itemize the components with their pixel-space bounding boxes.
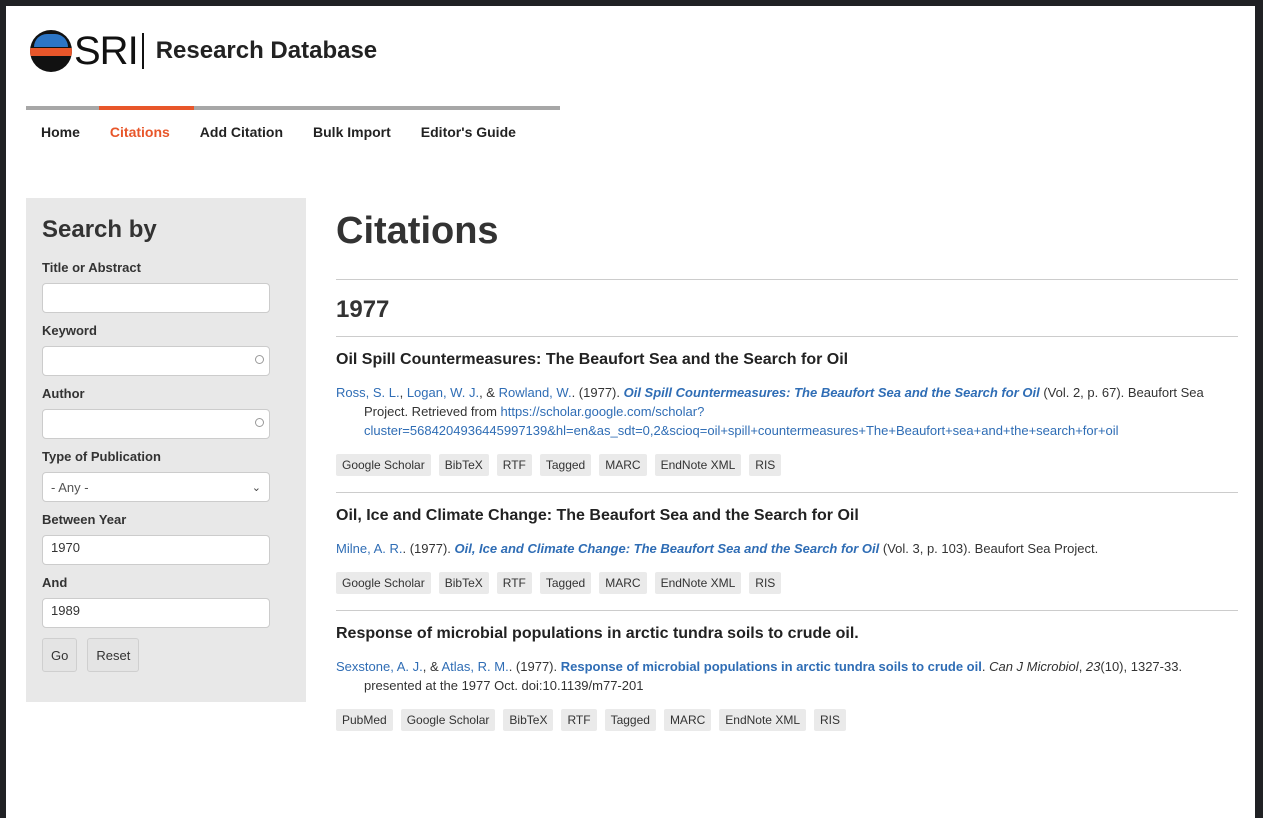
author-link[interactable]: Rowland, W. (499, 385, 572, 400)
nav-add-citation[interactable]: Add Citation (185, 124, 298, 140)
marc-link[interactable]: MARC (663, 709, 712, 731)
endnote-xml-link[interactable]: EndNote XML (654, 572, 742, 594)
journal-volume: 23 (1085, 659, 1101, 674)
year-heading: 1977 (336, 296, 390, 323)
citation-text: Milne, A. R.. (1977). Oil, Ice and Clima… (336, 541, 1099, 556)
site-header: SRI Research Database (30, 26, 377, 76)
bibtex-link[interactable]: BibTeX (438, 572, 489, 594)
citation-title[interactable]: Response of microbial populations in arc… (336, 625, 1238, 643)
site-name[interactable]: Research Database (156, 37, 377, 65)
chevron-down-icon: ⌄ (251, 481, 261, 494)
journal-name: Can J Microbiol (989, 659, 1079, 674)
osri-logo[interactable]: SRI (30, 30, 156, 72)
google-scholar-link[interactable]: Google Scholar (336, 454, 431, 476)
work-title-link[interactable]: Oil, Ice and Climate Change: The Beaufor… (455, 541, 880, 556)
main-content: Citations 1977 Oil Spill Countermeasures… (336, 196, 1238, 747)
citation-text: Sexstone, A. J., & Atlas, R. M.. (1977).… (336, 659, 1183, 693)
tagged-link[interactable]: Tagged (539, 454, 592, 476)
type-select-value: - Any - (51, 479, 89, 495)
logo-divider (141, 33, 144, 69)
export-links: PubMed Google Scholar BibTeX RTF Tagged … (336, 709, 1238, 731)
sidebar-title: Search by (42, 216, 157, 243)
author-link[interactable]: Atlas, R. M. (442, 659, 509, 674)
citation-item: Oil, Ice and Climate Change: The Beaufor… (336, 493, 1238, 610)
endnote-xml-link[interactable]: EndNote XML (654, 454, 742, 476)
rtf-link[interactable]: RTF (561, 709, 597, 731)
export-links: Google Scholar BibTeX RTF Tagged MARC En… (336, 454, 1238, 476)
divider (336, 279, 1238, 280)
work-title-link[interactable]: Response of microbial populations in arc… (561, 659, 982, 674)
work-title-link[interactable]: Oil Spill Countermeasures: The Beaufort … (624, 385, 1040, 400)
page: SRI Research Database Home Citations Add… (6, 6, 1255, 818)
main-nav: Home Citations Add Citation Bulk Import … (26, 106, 560, 140)
ris-link[interactable]: RIS (749, 572, 782, 594)
between-year-input[interactable]: 1970 (42, 535, 270, 565)
title-abstract-label: Title or Abstract (42, 260, 141, 275)
endnote-xml-link[interactable]: EndNote XML (719, 709, 806, 731)
export-links: Google Scholar BibTeX RTF Tagged MARC En… (336, 572, 1238, 594)
nav-active-indicator (99, 106, 194, 110)
nav-citations[interactable]: Citations (95, 124, 185, 140)
author-input[interactable] (42, 409, 270, 439)
tagged-link[interactable]: Tagged (539, 572, 592, 594)
citation-title[interactable]: Oil Spill Countermeasures: The Beaufort … (336, 351, 1238, 369)
reset-button[interactable]: Reset (87, 638, 140, 672)
ris-link[interactable]: RIS (749, 454, 782, 476)
bibtex-link[interactable]: BibTeX (438, 454, 489, 476)
nav-home[interactable]: Home (26, 124, 95, 140)
logo-circle-icon (30, 30, 72, 72)
tagged-link[interactable]: Tagged (604, 709, 656, 731)
between-year-label: Between Year (42, 512, 127, 527)
bibtex-link[interactable]: BibTeX (503, 709, 554, 731)
google-scholar-link[interactable]: Google Scholar (336, 572, 431, 594)
rtf-link[interactable]: RTF (496, 454, 532, 476)
ris-link[interactable]: RIS (814, 709, 847, 731)
citation-item: Oil Spill Countermeasures: The Beaufort … (336, 337, 1238, 492)
citation-item: Response of microbial populations in arc… (336, 611, 1238, 747)
type-label: Type of Publication (42, 449, 161, 464)
title-abstract-input[interactable] (42, 283, 270, 313)
pubmed-link[interactable]: PubMed (336, 709, 393, 731)
citation-text: Ross, S. L., Logan, W. J., & Rowland, W.… (336, 385, 1204, 438)
keyword-label: Keyword (42, 323, 97, 338)
author-link[interactable]: Logan, W. J. (407, 385, 479, 400)
and-year-label: And (42, 575, 68, 590)
author-link[interactable]: Milne, A. R. (336, 541, 402, 556)
author-link[interactable]: Sexstone, A. J. (336, 659, 423, 674)
citation-title[interactable]: Oil, Ice and Climate Change: The Beaufor… (336, 507, 1238, 525)
autocomplete-icon (255, 355, 264, 364)
page-title: Citations (336, 210, 499, 252)
autocomplete-icon (255, 418, 264, 427)
author-label: Author (42, 386, 85, 401)
type-select[interactable]: - Any - ⌄ (42, 472, 270, 502)
logo-text: SRI (74, 29, 139, 73)
marc-link[interactable]: MARC (599, 454, 647, 476)
nav-bulk-import[interactable]: Bulk Import (298, 124, 406, 140)
and-year-input[interactable]: 1989 (42, 598, 270, 628)
author-link[interactable]: Ross, S. L. (336, 385, 400, 400)
marc-link[interactable]: MARC (599, 572, 647, 594)
go-button[interactable]: Go (42, 638, 78, 672)
nav-editors-guide[interactable]: Editor's Guide (406, 124, 531, 140)
google-scholar-link[interactable]: Google Scholar (400, 709, 496, 731)
rtf-link[interactable]: RTF (496, 572, 532, 594)
keyword-input[interactable] (42, 346, 270, 376)
search-sidebar: Search by Title or Abstract Keyword Auth… (26, 198, 306, 702)
